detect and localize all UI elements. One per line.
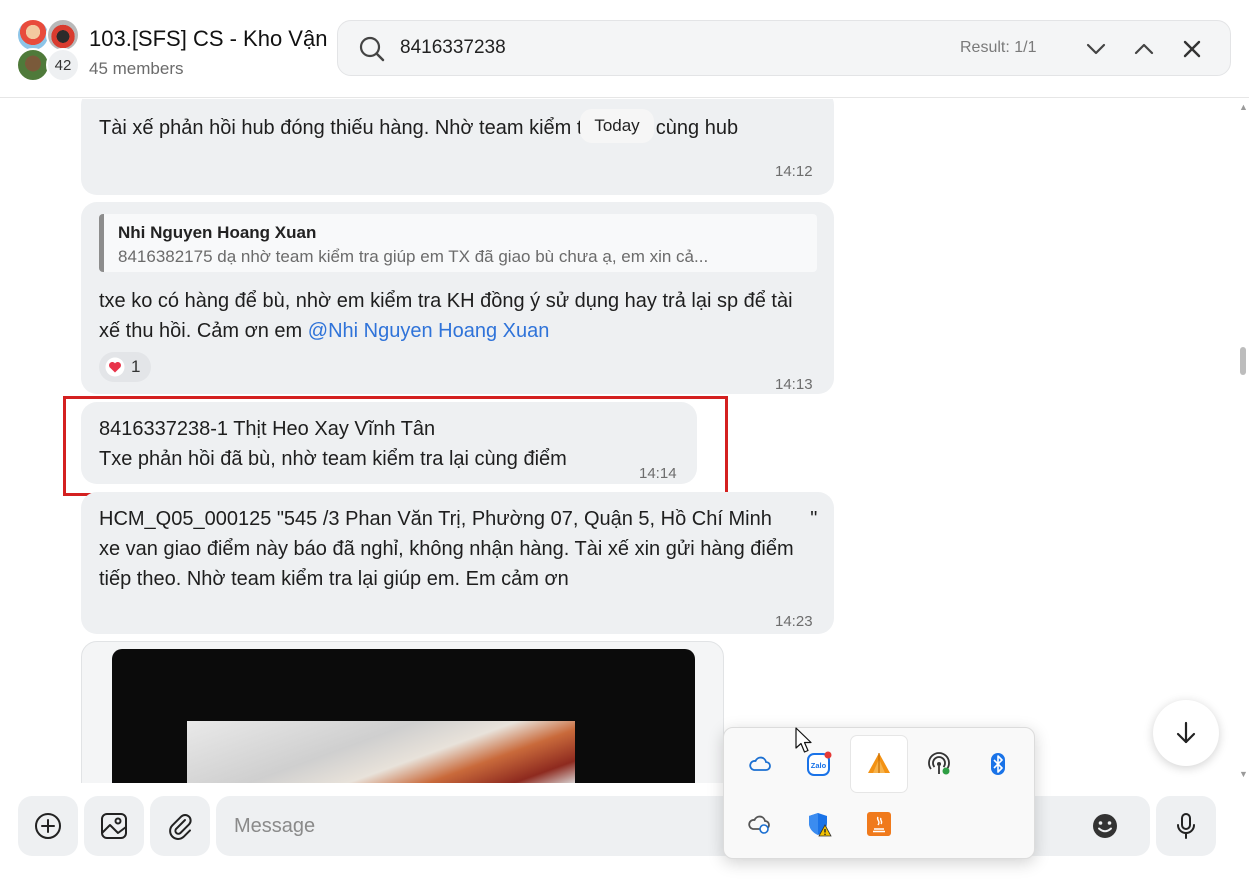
previous-result-button[interactable] <box>1128 33 1160 65</box>
search-match-highlight <box>63 396 728 496</box>
quote-author: Nhi Nguyen Hoang Xuan <box>118 223 317 242</box>
date-divider: Today <box>580 109 654 143</box>
group-title[interactable]: 103.[SFS] CS - Kho Vận <box>89 26 327 52</box>
message-time: 14:12 <box>775 163 813 180</box>
message-bubble[interactable]: Nhi Nguyen Hoang Xuan 8416382175 dạ nhờ … <box>81 202 834 394</box>
shield-warning-icon <box>809 813 832 837</box>
bluetooth-icon[interactable] <box>970 736 1026 792</box>
chat-header: 42 103.[SFS] CS - Kho Vận 45 members 841… <box>0 0 1249 98</box>
emoji-icon[interactable] <box>1090 811 1120 841</box>
message-text: Tài xế phản hồi hub đóng thiếu hàng. Nhờ… <box>99 117 739 139</box>
next-result-button[interactable] <box>1080 33 1112 65</box>
message-time: 14:23 <box>775 613 813 630</box>
member-avatar <box>16 48 50 82</box>
arrow-down-icon <box>1176 721 1196 744</box>
quoted-message[interactable]: Nhi Nguyen Hoang Xuan 8416382175 dạ nhờ … <box>99 214 817 272</box>
reaction-count: 1 <box>131 357 141 376</box>
network-signal-icon <box>928 752 950 775</box>
close-search-button[interactable] <box>1176 33 1208 65</box>
close-icon <box>1183 40 1201 58</box>
mouse-cursor-icon <box>795 727 812 753</box>
java-update-icon <box>867 812 891 836</box>
search-result-count: Result: 1/1 <box>960 39 1037 56</box>
composer <box>0 783 1249 879</box>
message-list[interactable]: Tài xế phản hồi hub đóng thiếu hàng. Nhờ… <box>0 99 1249 783</box>
svg-text:Zalo: Zalo <box>811 761 827 770</box>
image-button[interactable] <box>84 796 144 856</box>
hotspot-icon[interactable] <box>911 736 967 792</box>
scrollbar[interactable]: ▲ ▼ <box>1236 99 1249 783</box>
java-icon[interactable] <box>851 796 907 852</box>
heart-icon <box>105 357 125 377</box>
system-tray-overflow: Zalo <box>723 727 1035 859</box>
attach-button[interactable] <box>150 796 210 856</box>
quote-text: 8416382175 dạ nhờ team kiểm tra giúp em … <box>118 247 709 266</box>
reaction-badge[interactable]: 1 <box>99 352 151 382</box>
avatar-overflow-count: 42 <box>46 48 80 82</box>
chevron-up-icon <box>1134 43 1154 55</box>
microphone-icon <box>1177 813 1195 839</box>
scroll-to-bottom-button[interactable] <box>1153 700 1219 766</box>
search-input[interactable]: 8416337238 <box>400 37 506 59</box>
plus-circle-icon <box>35 813 61 839</box>
message-bubble[interactable]: HCM_Q05_000125 "545 /3 Phan Văn Trị, Phư… <box>81 492 834 634</box>
member-count[interactable]: 45 members <box>89 59 183 79</box>
member-avatar <box>16 18 50 52</box>
message-text: txe ko có hàng để bù, nhờ em kiểm tra KH… <box>99 286 819 346</box>
scroll-down-arrow[interactable]: ▼ <box>1239 769 1248 779</box>
chevron-down-icon <box>1086 43 1106 55</box>
scroll-up-arrow[interactable]: ▲ <box>1239 102 1248 112</box>
message-time: 14:13 <box>775 376 813 393</box>
paperclip-icon <box>169 814 192 840</box>
search-bar[interactable]: 8416337238 Result: 1/1 <box>337 20 1231 76</box>
scroll-thumb[interactable] <box>1240 347 1246 375</box>
message-bubble[interactable]: Tài xế phản hồi hub đóng thiếu hàng. Nhờ… <box>81 99 834 195</box>
search-icon <box>359 36 385 62</box>
bluetooth-logo-icon <box>991 753 1005 775</box>
member-avatar <box>46 18 80 52</box>
cloud-sync-icon <box>748 815 770 834</box>
onedrive-sync-icon[interactable] <box>732 796 788 852</box>
message-text: HCM_Q05_000125 "545 /3 Phan Văn Trị, Phư… <box>99 508 818 590</box>
mention-link[interactable]: @Nhi Nguyen Hoang Xuan <box>308 320 550 342</box>
message-photo[interactable] <box>112 649 695 783</box>
image-message[interactable] <box>81 641 724 783</box>
add-button[interactable] <box>18 796 78 856</box>
orange-app-icon <box>868 753 890 773</box>
image-icon <box>101 813 127 839</box>
voice-button[interactable] <box>1156 796 1216 856</box>
defender-warning-icon[interactable] <box>791 796 847 852</box>
app-orange-icon[interactable] <box>851 736 907 792</box>
cloud-icon <box>749 756 771 771</box>
photo-content <box>187 721 575 783</box>
group-avatar[interactable]: 42 <box>16 18 82 82</box>
onedrive-icon[interactable] <box>732 736 788 792</box>
